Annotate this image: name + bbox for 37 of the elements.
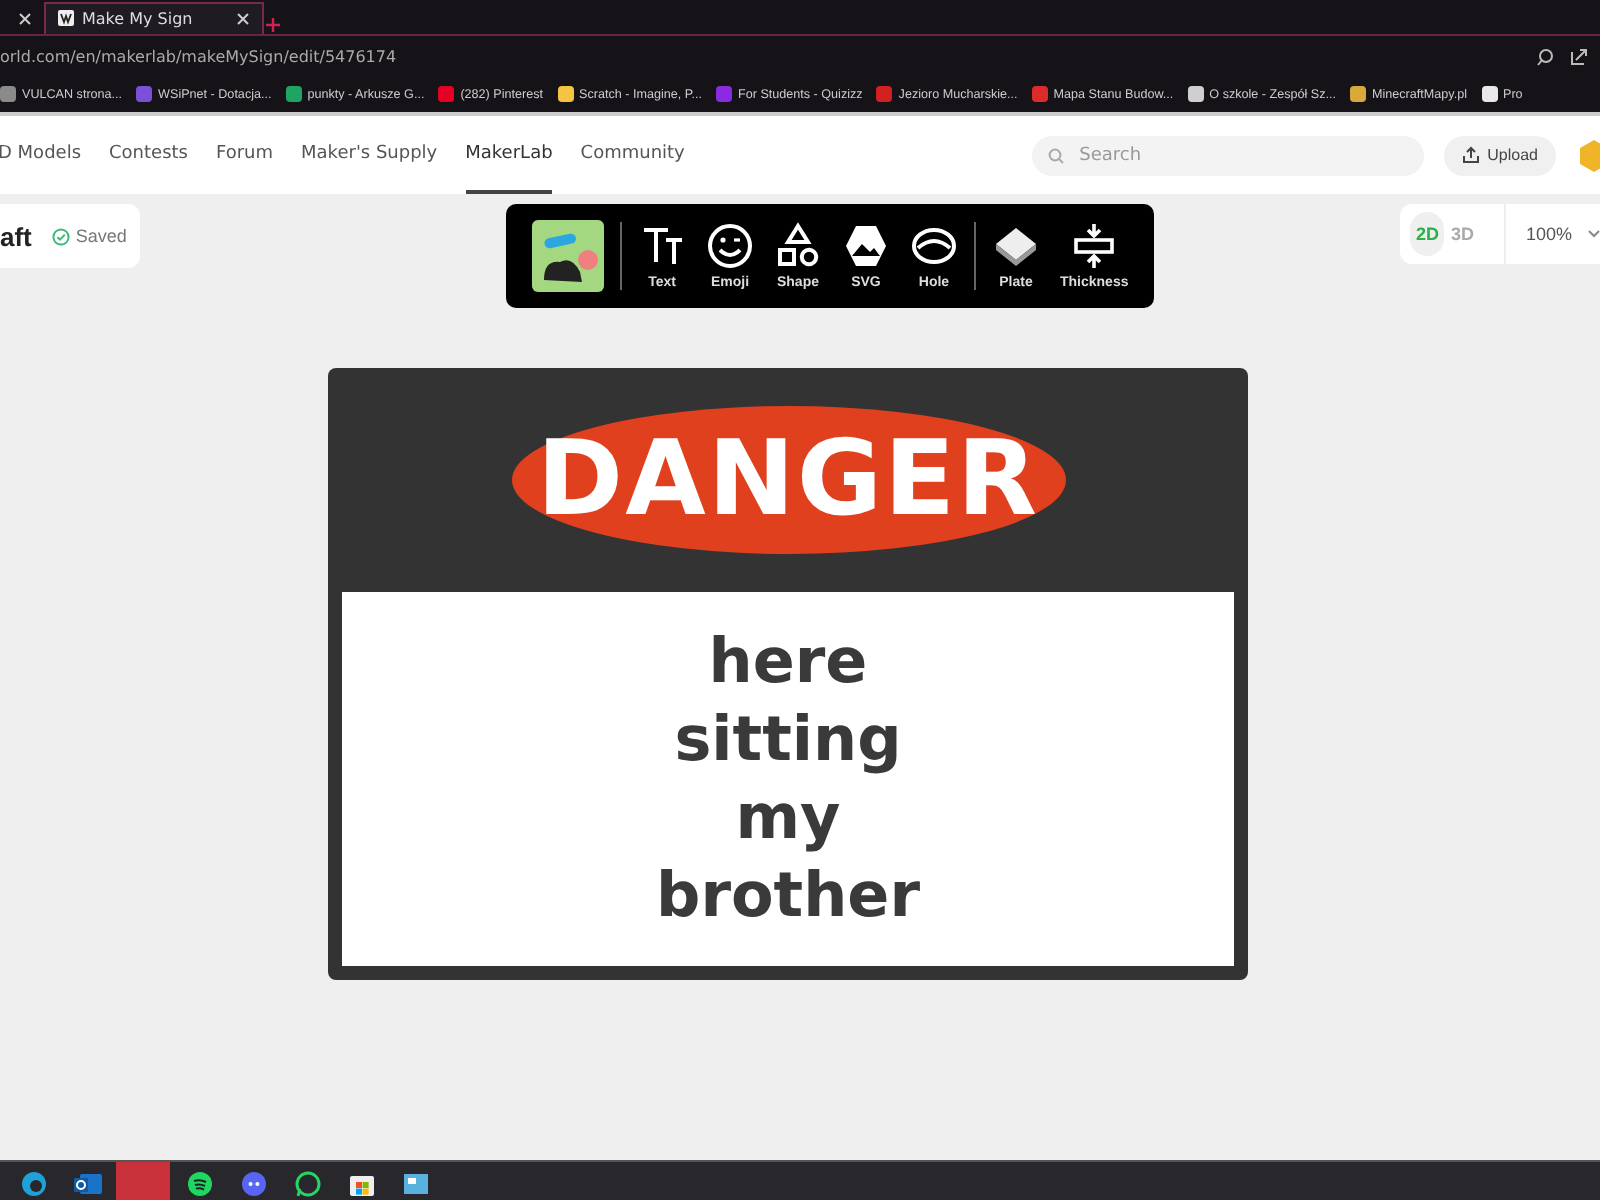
share-icon (1570, 47, 1588, 65)
upload-icon (1461, 146, 1480, 164)
mail-icon[interactable] (73, 1170, 101, 1198)
sticker-picture-icon (532, 220, 604, 292)
nav-link[interactable]: Forum (215, 116, 274, 194)
close-icon (236, 12, 250, 26)
hole-icon (910, 222, 958, 270)
music-icon[interactable] (185, 1170, 213, 1198)
plate-icon (992, 222, 1040, 270)
saved-status: Saved (75, 226, 127, 246)
check-circle-icon (51, 227, 70, 245)
danger-banner: DANGER (511, 406, 1065, 554)
site-logo-icon (58, 10, 74, 26)
browser-tab[interactable]: Make My Sign (44, 2, 264, 34)
new-tab-icon (264, 16, 282, 34)
nav-link[interactable]: Maker's Supply (301, 116, 438, 194)
nav-link[interactable]: Contests (109, 116, 188, 194)
emoji-icon (706, 222, 754, 270)
zoom-select[interactable]: 100% (1525, 224, 1572, 244)
browser-icon[interactable] (19, 1170, 47, 1198)
zoom-icon (1536, 47, 1554, 65)
chat-icon[interactable] (239, 1170, 267, 1198)
window-icon[interactable] (401, 1170, 429, 1198)
shapes-icon (774, 222, 822, 270)
address-bar[interactable]: orld.com/en/makerlab/makeMySign/edit/5476174 (0, 47, 397, 65)
image-icon (842, 222, 890, 270)
chevron-down-icon (1588, 230, 1600, 238)
nav-link[interactable]: Community (580, 116, 685, 194)
thickness-icon (1070, 222, 1119, 270)
store-icon[interactable] (347, 1170, 375, 1198)
sign-text: here sitting my brother (656, 623, 920, 935)
close-icon (18, 11, 32, 25)
nav-link[interactable]: D Models (0, 116, 82, 194)
project-title: aft (0, 221, 32, 251)
text-icon (638, 222, 686, 270)
search-icon (1047, 147, 1064, 163)
upload-button[interactable]: Upload (1443, 135, 1556, 175)
